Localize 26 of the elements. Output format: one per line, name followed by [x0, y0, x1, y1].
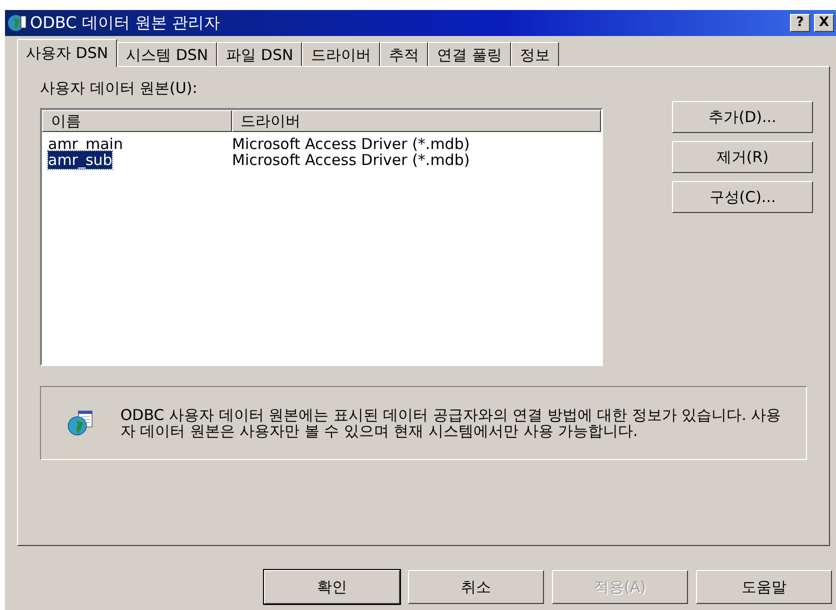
tab[interactable]: 연결 풀링	[428, 42, 511, 66]
side-button[interactable]: 구성(C)...	[672, 181, 813, 213]
side-button[interactable]: 추가(D)...	[672, 101, 813, 133]
window-title: ODBC 데이터 원본 관리자	[30, 12, 220, 34]
column-header[interactable]: 드라이버	[232, 110, 601, 132]
dialog-button[interactable]: 도움말	[696, 570, 832, 604]
close-button[interactable]: X	[814, 14, 834, 32]
help-button[interactable]: ?	[790, 14, 810, 32]
column-header[interactable]: 이름	[42, 110, 232, 132]
tab[interactable]: 추적	[380, 42, 428, 66]
tab[interactable]: 사용자 DSN	[17, 39, 118, 67]
list-label: 사용자 데이터 원본(U):	[40, 78, 198, 99]
data-source-name[interactable]: amr_main	[48, 134, 123, 152]
data-source-name[interactable]: amr_sub	[48, 150, 112, 168]
driver-name: Microsoft Access Driver (*.mdb)	[232, 150, 470, 168]
dialog-button[interactable]: 취소	[408, 570, 544, 604]
tab[interactable]: 정보	[510, 42, 559, 66]
tab[interactable]: 파일 DSN	[217, 42, 302, 66]
info-text: ODBC 사용자 데이터 원본에는 표시된 데이터 공급자와의 연결 방법에 대한 정보가 있습니다. 사용자 데이터 원본은 사용자만 볼 수 있으며 현재 시스템에서만 사용 가능합니다.	[120, 406, 782, 438]
data-source-list[interactable]: 이름 드라이버 amr_main Microsoft Access Driver (*.mdb) amr_sub Microsoft Access Driver (*.mdb)	[40, 108, 603, 366]
driver-name: Microsoft Access Driver (*.mdb)	[232, 134, 470, 152]
side-button[interactable]: 제거(R)	[672, 141, 813, 173]
tab[interactable]: 시스템 DSN	[117, 42, 218, 66]
tab[interactable]: 드라이버	[302, 42, 380, 66]
globe-icon	[7, 14, 27, 32]
dialog-button[interactable]: 확인	[264, 570, 400, 604]
